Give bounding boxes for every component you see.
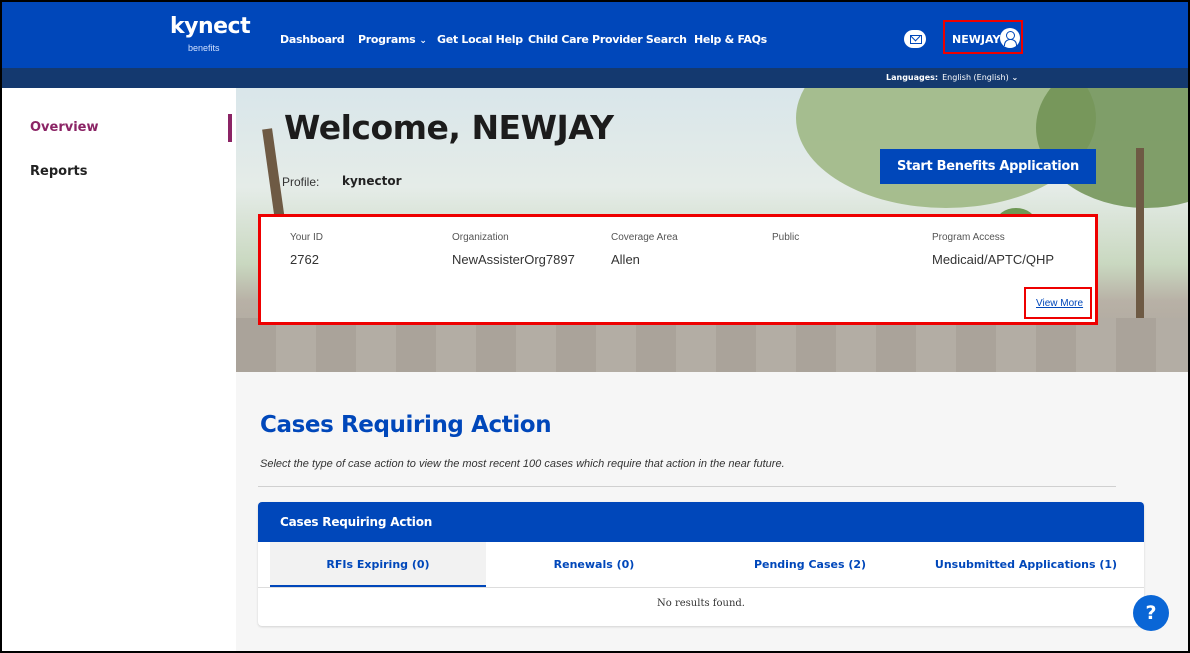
- sidebar-item-reports[interactable]: Reports: [30, 164, 87, 179]
- chevron-down-icon: ⌄: [419, 36, 427, 46]
- tab-rfis-expiring[interactable]: RFIs Expiring (0): [270, 542, 486, 587]
- nav-dashboard[interactable]: Dashboard: [280, 33, 345, 46]
- coverage-area-label: Coverage Area: [611, 232, 678, 243]
- walkway: [236, 318, 1188, 372]
- tree-trunk: [1136, 148, 1144, 318]
- sidebar-item-overview[interactable]: Overview: [30, 120, 99, 135]
- cases-section-title: Cases Requiring Action: [260, 412, 552, 438]
- start-benefits-application-button[interactable]: Start Benefits Application: [880, 149, 1096, 184]
- tree-canopy: [1036, 88, 1188, 208]
- tab-renewals[interactable]: Renewals (0): [486, 542, 702, 587]
- nav-get-local-help[interactable]: Get Local Help: [437, 33, 523, 46]
- organization-value: NewAssisterOrg7897: [452, 252, 575, 267]
- nav-help-faqs[interactable]: Help & FAQs: [694, 33, 767, 46]
- help-button[interactable]: ?: [1133, 595, 1169, 631]
- nav-programs-label: Programs: [358, 33, 416, 46]
- assister-info-card: [258, 214, 1098, 325]
- organization-label: Organization: [452, 232, 509, 243]
- profile-label: Profile:: [282, 175, 320, 189]
- tabs-divider: [258, 587, 1144, 588]
- nav-child-care-provider-search[interactable]: Child Care Provider Search: [528, 33, 687, 46]
- cases-panel: Cases Requiring Action RFIs Expiring (0)…: [258, 502, 1144, 626]
- tab-unsubmitted-applications[interactable]: Unsubmitted Applications (1): [918, 542, 1134, 587]
- languages-label: Languages:: [886, 73, 939, 82]
- app-frame: kynect benefits Dashboard Programs ⌄ Get …: [0, 0, 1190, 653]
- sidebar-active-indicator: [228, 114, 232, 142]
- coverage-area-value: Allen: [611, 252, 640, 267]
- kynect-logo[interactable]: kynect: [170, 14, 251, 39]
- view-more-link[interactable]: View More: [1036, 298, 1083, 309]
- no-results-message: No results found.: [657, 598, 745, 609]
- logo-subtitle: benefits: [188, 43, 220, 53]
- program-access-label: Program Access: [932, 232, 1005, 243]
- tab-pending-cases[interactable]: Pending Cases (2): [702, 542, 918, 587]
- profile-value: kynector: [342, 174, 402, 188]
- program-access-value: Medicaid/APTC/QHP: [932, 252, 1055, 267]
- cases-panel-title: Cases Requiring Action: [280, 515, 433, 529]
- divider: [258, 486, 1116, 487]
- nav-programs[interactable]: Programs ⌄: [358, 33, 427, 46]
- chevron-down-icon: ⌄: [1011, 73, 1019, 82]
- user-avatar-icon[interactable]: [1000, 28, 1020, 48]
- language-selector[interactable]: Languages: English (English) ⌄: [886, 73, 1018, 82]
- user-menu-name[interactable]: NEWJAY: [952, 33, 1000, 46]
- mail-icon[interactable]: [904, 30, 926, 48]
- public-label: Public: [772, 232, 800, 243]
- your-id-label: Your ID: [290, 232, 323, 243]
- language-value: English (English): [942, 73, 1009, 82]
- cases-description: Select the type of case action to view t…: [260, 458, 785, 470]
- your-id-value: 2762: [290, 252, 319, 267]
- welcome-heading: Welcome, NEWJAY: [284, 108, 614, 147]
